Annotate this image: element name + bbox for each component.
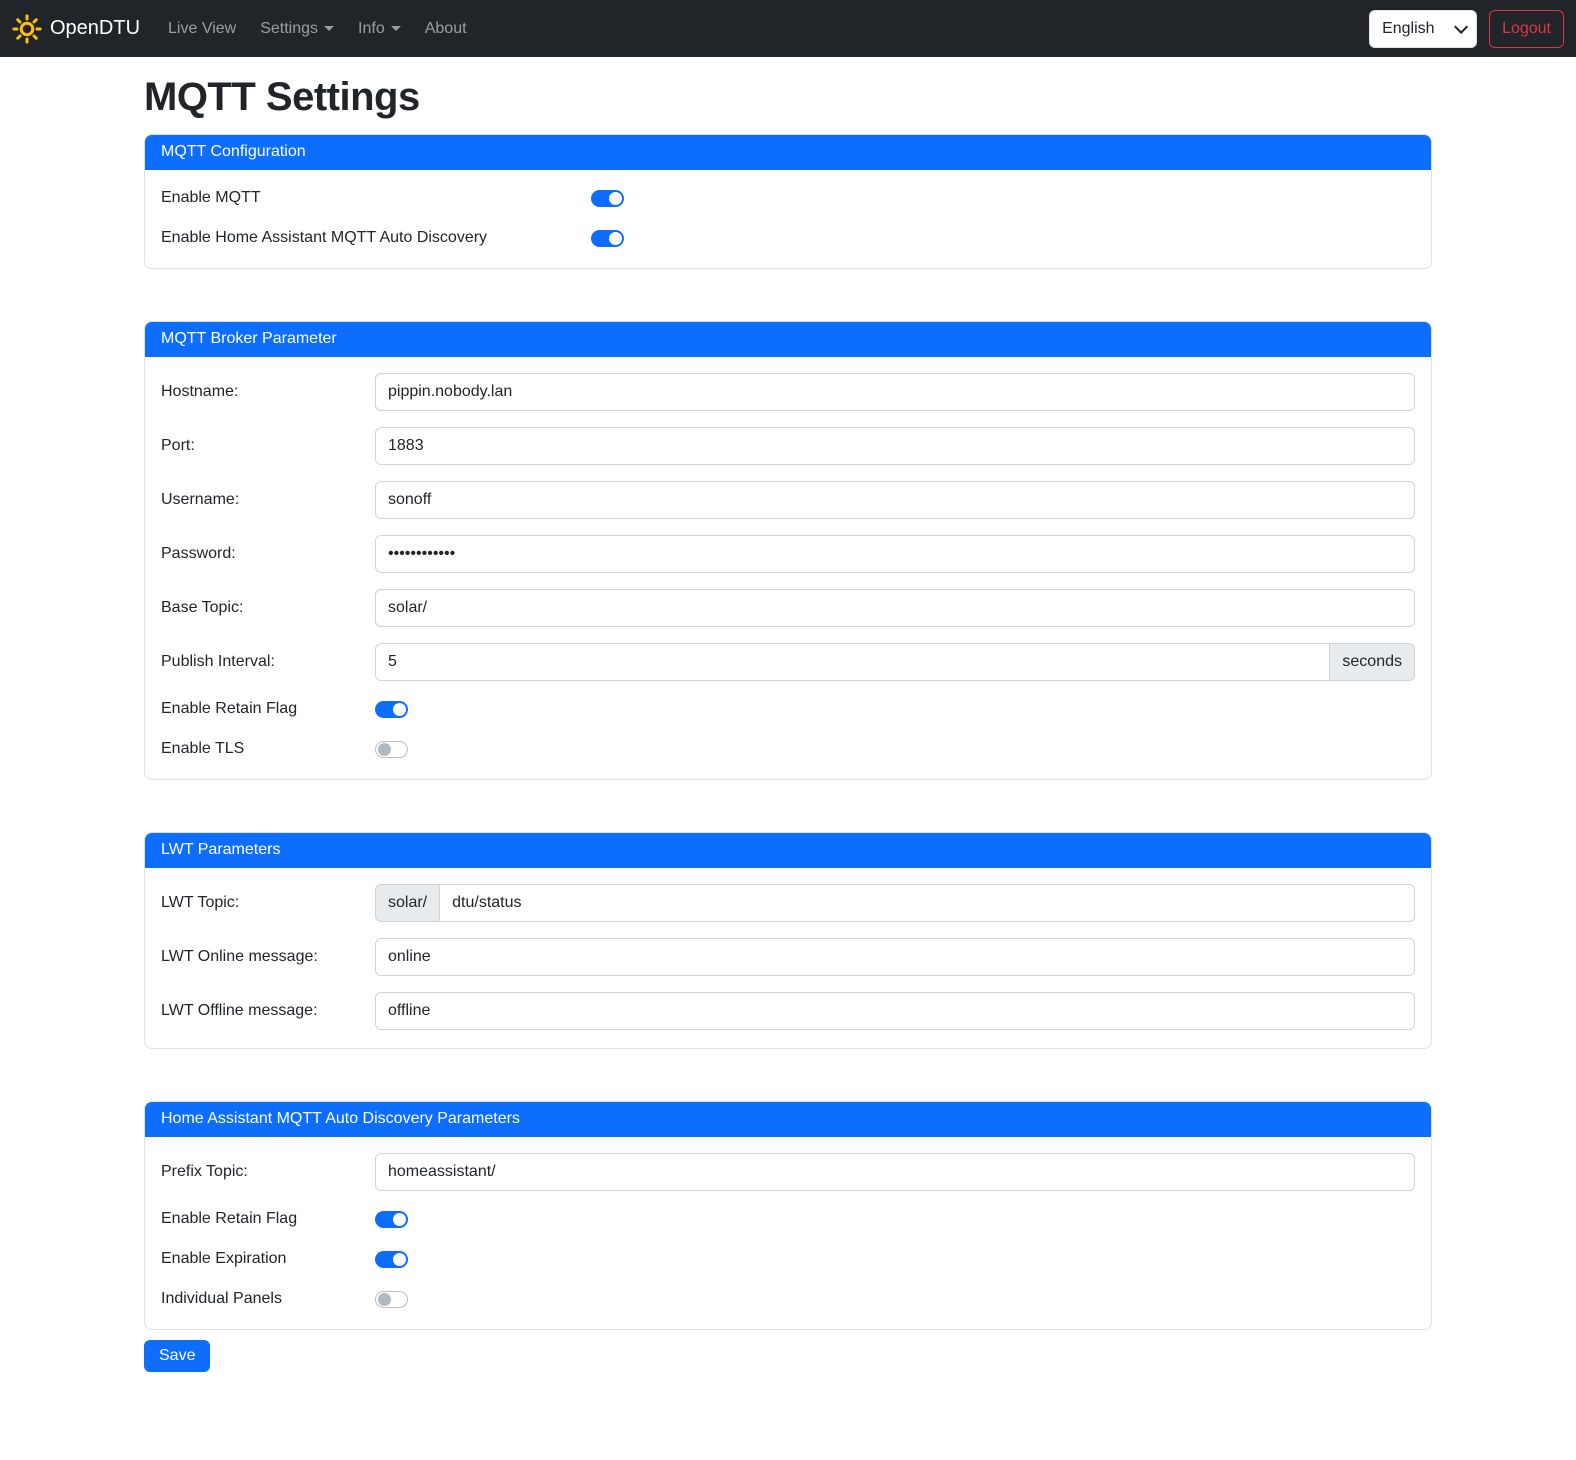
lwt-online-label: LWT Online message: (161, 948, 375, 966)
username-row: Username: (161, 481, 1415, 519)
enable-mqtt-label: Enable MQTT (161, 189, 591, 207)
broker-retain-label: Enable Retain Flag (161, 700, 375, 718)
nav-item-live-view[interactable]: Live View (160, 12, 244, 46)
language-select[interactable]: English (1369, 10, 1477, 48)
enable-ha-discovery-toggle[interactable] (591, 230, 624, 247)
lwt-online-row: LWT Online message: (161, 938, 1415, 976)
lwt-parameters-card: LWT Parameters LWT Topic: solar/ LWT Onl… (144, 832, 1432, 1049)
sun-icon (12, 14, 42, 44)
password-label: Password: (161, 545, 375, 563)
nav-item-about[interactable]: About (417, 12, 475, 46)
mqtt-broker-card-body: Hostname: Port: Username: Password: Base… (145, 357, 1431, 779)
base-topic-row: Base Topic: (161, 589, 1415, 627)
publish-interval-row: Publish Interval: seconds (161, 643, 1415, 681)
ha-retain-label: Enable Retain Flag (161, 1210, 375, 1228)
username-label: Username: (161, 491, 375, 509)
hostname-row: Hostname: (161, 373, 1415, 411)
mqtt-broker-card: MQTT Broker Parameter Hostname: Port: Us… (144, 321, 1432, 780)
hostname-input[interactable] (375, 373, 1415, 411)
publish-interval-label: Publish Interval: (161, 653, 375, 671)
mqtt-broker-card-header: MQTT Broker Parameter (145, 322, 1431, 357)
page-title: MQTT Settings (144, 75, 1432, 120)
enable-ha-discovery-row: Enable Home Assistant MQTT Auto Discover… (161, 226, 1415, 250)
ha-expiration-toggle[interactable] (375, 1251, 408, 1268)
ha-expiration-row: Enable Expiration (161, 1247, 1415, 1271)
lwt-online-input[interactable] (375, 938, 1415, 976)
nav-item-live-view-label: Live View (168, 20, 236, 38)
base-topic-input[interactable] (375, 589, 1415, 627)
broker-retain-toggle[interactable] (375, 701, 408, 718)
password-input[interactable] (375, 535, 1415, 573)
mqtt-configuration-card-header: MQTT Configuration (145, 135, 1431, 170)
port-row: Port: (161, 427, 1415, 465)
ha-discovery-card-body: Prefix Topic: Enable Retain Flag Enable … (145, 1137, 1431, 1329)
nav-item-info[interactable]: Info (350, 12, 409, 46)
main-content: MQTT Settings MQTT Configuration Enable … (144, 75, 1432, 1390)
mqtt-configuration-card: MQTT Configuration Enable MQTT Enable Ho… (144, 134, 1432, 269)
broker-tls-toggle[interactable] (375, 741, 408, 758)
ha-expiration-label: Enable Expiration (161, 1250, 375, 1268)
broker-tls-row: Enable TLS (161, 737, 1415, 761)
chevron-down-icon (1454, 19, 1468, 33)
ha-individual-panels-label: Individual Panels (161, 1290, 375, 1308)
ha-retain-row: Enable Retain Flag (161, 1207, 1415, 1231)
mqtt-configuration-card-body: Enable MQTT Enable Home Assistant MQTT A… (145, 170, 1431, 268)
ha-discovery-card: Home Assistant MQTT Auto Discovery Param… (144, 1101, 1432, 1330)
hostname-label: Hostname: (161, 383, 375, 401)
base-topic-label: Base Topic: (161, 599, 375, 617)
lwt-topic-group: solar/ (375, 884, 1415, 922)
nav-item-about-label: About (425, 20, 467, 38)
brand-link[interactable]: OpenDTU (12, 14, 140, 44)
lwt-parameters-card-body: LWT Topic: solar/ LWT Online message: LW… (145, 868, 1431, 1048)
language-select-value: English (1382, 20, 1434, 38)
ha-discovery-card-header: Home Assistant MQTT Auto Discovery Param… (145, 1102, 1431, 1137)
username-input[interactable] (375, 481, 1415, 519)
top-navbar: OpenDTU Live View Settings Info About En… (0, 0, 1576, 57)
ha-prefix-topic-row: Prefix Topic: (161, 1153, 1415, 1191)
password-row: Password: (161, 535, 1415, 573)
nav-item-info-label: Info (358, 20, 385, 38)
lwt-topic-input[interactable] (439, 884, 1415, 922)
broker-retain-row: Enable Retain Flag (161, 697, 1415, 721)
ha-individual-panels-row: Individual Panels (161, 1287, 1415, 1311)
nav-item-settings[interactable]: Settings (252, 12, 342, 46)
nav-links: Live View Settings Info About (156, 12, 479, 46)
caret-down-icon (324, 26, 334, 31)
enable-mqtt-row: Enable MQTT (161, 186, 1415, 210)
broker-tls-label: Enable TLS (161, 740, 375, 758)
lwt-topic-label: LWT Topic: (161, 894, 375, 912)
logout-button[interactable]: Logout (1489, 10, 1564, 48)
caret-down-icon (391, 26, 401, 31)
lwt-topic-prefix: solar/ (375, 884, 439, 922)
ha-retain-toggle[interactable] (375, 1211, 408, 1228)
enable-mqtt-toggle[interactable] (591, 190, 624, 207)
brand-label: OpenDTU (50, 17, 140, 40)
port-input[interactable] (375, 427, 1415, 465)
save-button[interactable]: Save (144, 1340, 210, 1372)
publish-interval-unit: seconds (1330, 643, 1415, 681)
ha-prefix-topic-input[interactable] (375, 1153, 1415, 1191)
publish-interval-input[interactable] (375, 643, 1330, 681)
lwt-offline-row: LWT Offline message: (161, 992, 1415, 1030)
nav-item-settings-label: Settings (260, 20, 318, 38)
lwt-topic-row: LWT Topic: solar/ (161, 884, 1415, 922)
lwt-offline-input[interactable] (375, 992, 1415, 1030)
enable-ha-discovery-label: Enable Home Assistant MQTT Auto Discover… (161, 229, 591, 247)
navbar-right: English Logout (1369, 10, 1564, 48)
lwt-parameters-card-header: LWT Parameters (145, 833, 1431, 868)
lwt-offline-label: LWT Offline message: (161, 1002, 375, 1020)
ha-prefix-topic-label: Prefix Topic: (161, 1163, 375, 1181)
port-label: Port: (161, 437, 375, 455)
publish-interval-group: seconds (375, 643, 1415, 681)
ha-individual-panels-toggle[interactable] (375, 1291, 408, 1308)
